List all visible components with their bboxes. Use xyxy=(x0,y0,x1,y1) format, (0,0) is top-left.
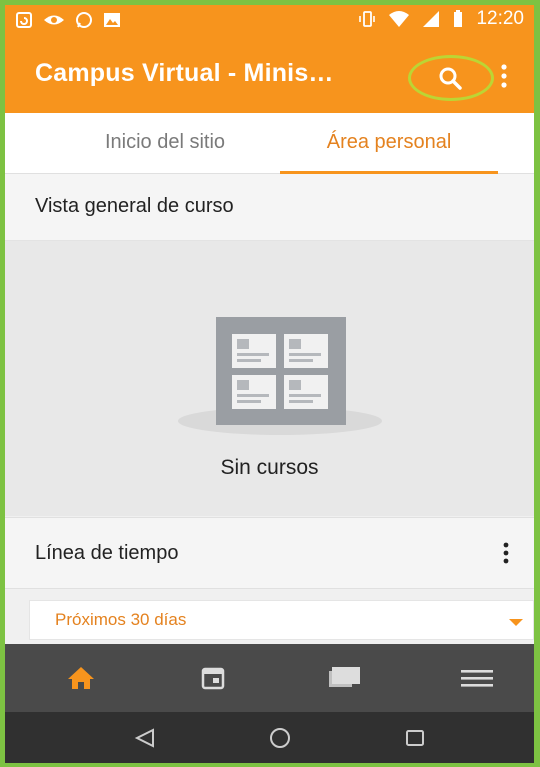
timeline-filter-select[interactable]: Próximos 30 días xyxy=(29,600,534,640)
more-vert-icon[interactable] xyxy=(497,61,511,91)
screenshot-frame: 12:20 Campus Virtual - Minis… Inicio del… xyxy=(0,0,540,767)
course-overview-empty-state: Sin cursos xyxy=(5,241,534,516)
system-home-button[interactable] xyxy=(215,712,345,763)
calendar-icon xyxy=(201,667,225,690)
app-title: Campus Virtual - Minis… xyxy=(35,59,334,87)
tab-bar: Inicio del sitio Área personal xyxy=(5,113,534,174)
chevron-down-icon xyxy=(509,619,523,626)
back-icon xyxy=(134,727,154,748)
search-button[interactable] xyxy=(408,55,494,101)
nav-messages[interactable] xyxy=(279,644,411,712)
messages-icon xyxy=(329,667,360,691)
course-overview-header: Vista general de curso xyxy=(5,174,534,241)
timeline-filter-value: Próximos 30 días xyxy=(55,610,187,629)
search-icon xyxy=(439,67,462,90)
timeline-header: Línea de tiempo xyxy=(5,517,534,589)
battery-icon xyxy=(454,10,463,27)
nav-home[interactable] xyxy=(15,644,147,712)
tab-inicio-del-sitio[interactable]: Inicio del sitio xyxy=(65,113,265,173)
signal-icon xyxy=(423,11,440,27)
no-courses-illustration xyxy=(178,317,382,435)
status-time: 12:20 xyxy=(476,8,524,29)
nav-more-menu[interactable] xyxy=(411,644,534,712)
recents-icon xyxy=(406,729,424,746)
vibrate-icon xyxy=(359,11,376,27)
timeline-title: Línea de tiempo xyxy=(35,542,179,564)
menu-icon xyxy=(461,670,493,687)
home-icon xyxy=(68,667,94,689)
nav-calendar[interactable] xyxy=(147,644,279,712)
no-courses-text: Sin cursos xyxy=(220,456,319,479)
timeline-more-icon[interactable] xyxy=(500,540,512,566)
eye-icon xyxy=(44,15,64,25)
whatsapp-icon xyxy=(76,12,92,28)
system-navigation-bar xyxy=(5,712,534,763)
image-icon xyxy=(104,13,120,27)
system-recents-button[interactable] xyxy=(350,712,480,763)
status-bar: 12:20 xyxy=(5,5,534,37)
course-overview-title: Vista general de curso xyxy=(35,195,234,217)
home-circle-icon xyxy=(270,727,290,748)
sync-icon xyxy=(16,12,32,28)
app-bar: Campus Virtual - Minis… xyxy=(5,37,534,113)
wifi-icon xyxy=(389,11,410,27)
bottom-navigation xyxy=(5,644,534,712)
system-back-button[interactable] xyxy=(80,712,210,763)
tab-area-personal[interactable]: Área personal xyxy=(280,113,498,174)
